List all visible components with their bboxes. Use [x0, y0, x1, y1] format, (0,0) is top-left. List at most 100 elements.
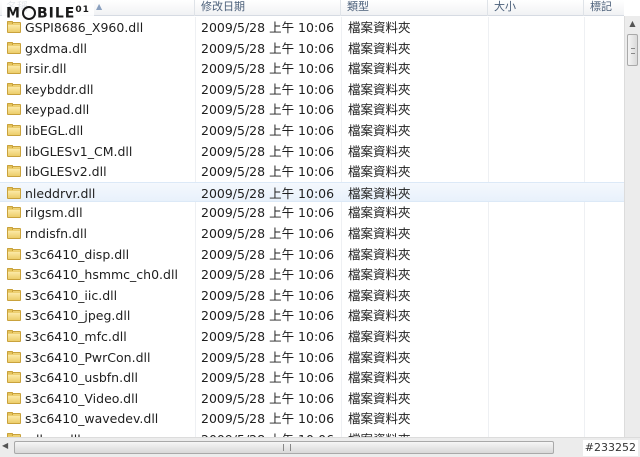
column-header-size[interactable]: 大小	[488, 0, 584, 16]
file-row[interactable]: s3c6410_wavedev.dll 2009/5/28 上午 10:06 檔案資…	[0, 408, 624, 429]
file-row[interactable]: rndisfn.dll 2009/5/28 上午 10:06 檔案資料夾	[0, 223, 624, 244]
file-row[interactable]: s3c6410_iic.dll 2009/5/28 上午 10:06 檔案資料夾	[0, 285, 624, 306]
folder-icon	[7, 144, 21, 157]
file-row[interactable]: s3c6410_mfc.dll 2009/5/28 上午 10:06 檔案資料夾	[0, 326, 624, 347]
folder-icon	[7, 309, 21, 322]
file-type: 檔案資料夾	[348, 390, 411, 406]
file-type: 檔案資料夾	[348, 205, 411, 221]
file-type: 檔案資料夾	[348, 411, 411, 427]
file-name: nleddrvr.dll	[25, 185, 96, 201]
file-row[interactable]: keybddr.dll 2009/5/28 上午 10:06 檔案資料夾	[0, 79, 624, 100]
watermark-letter: M	[6, 5, 21, 22]
folder-icon	[7, 41, 21, 54]
file-row[interactable]: s3c6410_hsmmc_ch0.dll 2009/5/28 上午 10:06 檔…	[0, 264, 624, 285]
sort-up-icon: ▲	[96, 2, 103, 11]
folder-icon	[7, 62, 21, 75]
folder-icon	[7, 350, 21, 363]
file-name: rilgsm.dll	[25, 205, 83, 221]
file-type: 檔案資料夾	[348, 40, 411, 56]
file-row[interactable]: libGLESv2.dll 2009/5/28 上午 10:06 檔案資料夾	[0, 161, 624, 182]
file-name: libGLESv2.dll	[25, 164, 107, 180]
folder-icon	[7, 82, 21, 95]
file-date-modified: 2009/5/28 上午 10:06	[201, 349, 335, 365]
file-row[interactable]: keypad.dll 2009/5/28 上午 10:06 檔案資料夾	[0, 99, 624, 120]
file-row[interactable]: s3c6410_Video.dll 2009/5/28 上午 10:06 檔案資料夾	[0, 388, 624, 409]
file-row[interactable]: s3c6410_PwrCon.dll 2009/5/28 上午 10:06 檔案資料…	[0, 347, 624, 368]
scroll-up-arrow-icon[interactable]: ▲	[625, 16, 640, 32]
watermark-text: BILE	[36, 5, 76, 22]
column-header-type[interactable]: 類型	[341, 0, 488, 16]
folder-icon	[7, 206, 21, 219]
file-type: 檔案資料夾	[348, 226, 411, 241]
file-row[interactable]: s3c6410_usbfn.dll 2009/5/28 上午 10:06 檔案資料夾	[0, 367, 624, 388]
folder-icon	[7, 165, 21, 178]
file-date-modified: 2009/5/28 上午 10:06	[201, 20, 335, 35]
file-date-modified: 2009/5/28 上午 10:06	[201, 123, 335, 138]
folder-icon	[7, 124, 21, 136]
scroll-left-arrow-icon[interactable]: ◀	[2, 441, 8, 450]
file-date-modified: 2009/5/28 上午 10:06	[201, 164, 335, 180]
file-row[interactable]: sdbus.dll2009/5/28 上午 10:06檔案資料夾	[0, 429, 624, 437]
folder-icon	[7, 330, 21, 342]
file-type: 檔案資料夾	[348, 102, 411, 118]
file-row[interactable]: irsir.dll 2009/5/28 上午 10:06 檔案資料夾	[0, 58, 624, 79]
file-date-modified: 2009/5/28 上午 10:06	[201, 185, 335, 201]
vertical-scrollbar[interactable]: ▲	[624, 16, 640, 437]
file-type: 檔案資料夾	[348, 246, 411, 262]
file-name: s3c6410_jpeg.dll	[25, 308, 131, 324]
file-name: keybddr.dll	[25, 81, 94, 97]
file-type: 檔案資料夾	[348, 61, 411, 77]
file-name: s3c6410_Video.dll	[25, 390, 139, 406]
folder-icon	[7, 103, 21, 116]
file-name: keypad.dll	[25, 102, 90, 118]
file-date-modified: 2009/5/28 上午 10:06	[201, 370, 335, 386]
file-type: 檔案資料夾	[348, 287, 411, 303]
folder-icon	[7, 412, 21, 425]
horizontal-scrollbar[interactable]: ◀	[0, 437, 640, 457]
file-date-modified: 2009/5/28 上午 10:06	[201, 267, 335, 283]
file-date-modified: 2009/5/28 上午 10:06	[201, 40, 335, 56]
file-name: rndisfn.dll	[25, 226, 87, 241]
folder-icon	[7, 21, 21, 33]
file-name: libEGL.dll	[25, 123, 84, 138]
watermark-ring-icon	[21, 5, 36, 20]
file-row[interactable]: GSPI8686_X960.dll 2009/5/28 上午 10:06 檔案資料夾	[0, 17, 624, 38]
file-type: 檔案資料夾	[348, 349, 411, 365]
file-row[interactable]: libGLESv1_CM.dll 2009/5/28 上午 10:06 檔案資料夾	[0, 141, 624, 162]
vertical-scroll-thumb[interactable]	[627, 34, 638, 66]
file-type: 檔案資料夾	[348, 185, 411, 201]
file-row[interactable]: gxdma.dll 2009/5/28 上午 10:06 檔案資料夾	[0, 38, 624, 59]
file-type: 檔案資料夾	[348, 267, 411, 283]
file-date-modified: 2009/5/28 上午 10:06	[201, 246, 335, 262]
file-date-modified: 2009/5/28 上午 10:06	[201, 226, 335, 241]
file-name: s3c6410_hsmmc_ch0.dll	[25, 267, 178, 283]
file-name: gxdma.dll	[25, 40, 87, 56]
file-type: 檔案資料夾	[348, 81, 411, 97]
horizontal-scroll-thumb[interactable]	[14, 441, 554, 454]
file-row[interactable]: s3c6410_jpeg.dll 2009/5/28 上午 10:06 檔案資料夾	[0, 305, 624, 326]
grip-icon	[631, 48, 635, 54]
mobile01-watermark-logo: M BILE01	[2, 0, 94, 22]
file-row[interactable]: libEGL.dll 2009/5/28 上午 10:06 檔案資料夾	[0, 120, 624, 141]
column-header-date-modified[interactable]: 修改日期	[195, 0, 341, 16]
grip-icon	[283, 444, 291, 451]
folder-icon	[7, 227, 21, 239]
folder-icon	[7, 186, 21, 199]
file-name: libGLESv1_CM.dll	[25, 143, 133, 159]
file-type: 檔案資料夾	[348, 164, 411, 180]
folder-icon	[7, 268, 21, 281]
file-date-modified: 2009/5/28 上午 10:06	[201, 205, 335, 221]
file-date-modified: 2009/5/28 上午 10:06	[201, 61, 335, 77]
file-row[interactable]: rilgsm.dll 2009/5/28 上午 10:06 檔案資料夾	[0, 202, 624, 223]
file-name: s3c6410_usbfn.dll	[25, 370, 138, 386]
column-header-tags[interactable]: 標記	[584, 0, 624, 16]
photo-id-label: #233252	[582, 440, 638, 456]
file-name: s3c6410_iic.dll	[25, 287, 118, 303]
file-date-modified: 2009/5/28 上午 10:06	[201, 143, 335, 159]
file-name: s3c6410_wavedev.dll	[25, 411, 159, 427]
file-row[interactable]: s3c6410_disp.dll 2009/5/28 上午 10:06 檔案資料夾	[0, 244, 624, 265]
file-type: 檔案資料夾	[348, 20, 411, 35]
file-row[interactable]: nleddrvr.dll 2009/5/28 上午 10:06 檔案資料夾	[0, 181, 624, 203]
file-date-modified: 2009/5/28 上午 10:06	[201, 81, 335, 97]
watermark-suffix: 01	[75, 5, 90, 15]
